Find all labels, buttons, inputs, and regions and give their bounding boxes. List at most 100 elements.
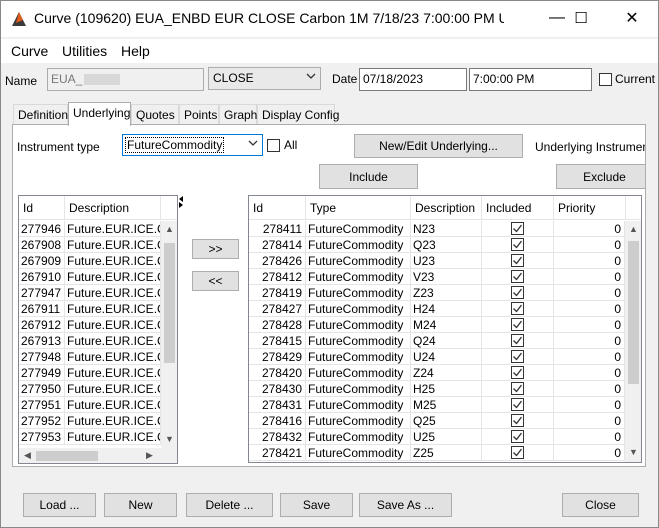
included-checkbox[interactable] [511, 318, 524, 331]
scroll-left-icon[interactable]: ◀ [19, 450, 36, 461]
column-header-included[interactable]: Included [482, 196, 554, 220]
current-checkbox[interactable] [599, 73, 612, 86]
table-header: Id Description [19, 196, 177, 220]
table-row[interactable]: 267908Future.EUR.ICE.Ca [19, 237, 161, 253]
scroll-up-icon[interactable]: ▲ [625, 224, 641, 234]
cell-included [482, 381, 554, 397]
time-field[interactable]: 7:00:00 PM [469, 68, 592, 91]
included-checkbox[interactable] [511, 238, 524, 251]
table-row[interactable]: 277952Future.EUR.ICE.Ca [19, 413, 161, 429]
name-field[interactable]: EUA_ [47, 68, 204, 91]
table-row[interactable]: 277950Future.EUR.ICE.Ca [19, 381, 161, 397]
splitter-handle[interactable] [179, 196, 183, 208]
tab-graph[interactable]: Graph [219, 104, 257, 125]
date-field[interactable]: 07/18/2023 [359, 68, 467, 91]
table-row[interactable]: 267909Future.EUR.ICE.Ca [19, 253, 161, 269]
exclude-button[interactable]: Exclude [556, 164, 645, 189]
instrument-type-select[interactable]: FutureCommodity [122, 134, 263, 156]
table-row[interactable]: 277946Future.EUR.ICE.Ca [19, 221, 161, 237]
table-row[interactable]: 278415 FutureCommodity Q24 0 [249, 333, 625, 349]
table-row[interactable]: 277953Future.EUR.ICE.Ca [19, 429, 161, 445]
table-row[interactable]: 278430 FutureCommodity H25 0 [249, 381, 625, 397]
scrollbar-thumb[interactable] [628, 241, 639, 384]
save-as-button[interactable]: Save As ... [359, 493, 452, 517]
maximize-button[interactable]: ☐ [558, 1, 604, 35]
included-checkbox[interactable] [511, 366, 524, 379]
scroll-down-icon[interactable]: ▼ [625, 447, 641, 457]
table-row[interactable]: 267910Future.EUR.ICE.Ca [19, 269, 161, 285]
scroll-right-icon[interactable]: ▶ [141, 450, 158, 461]
column-header-description[interactable]: Description [411, 196, 482, 220]
vertical-scrollbar[interactable]: ▲ ▼ [161, 221, 177, 448]
delete-button[interactable]: Delete ... [186, 493, 273, 517]
table-row[interactable]: 278431 FutureCommodity M25 0 [249, 397, 625, 413]
table-row[interactable]: 278428 FutureCommodity M24 0 [249, 317, 625, 333]
title-bar[interactable]: Curve (109620) EUA_ENBD EUR CLOSE Carbon… [1, 1, 658, 37]
table-row[interactable]: 278420 FutureCommodity Z24 0 [249, 365, 625, 381]
table-row[interactable]: 277947Future.EUR.ICE.Ca [19, 285, 161, 301]
table-row[interactable]: 278432 FutureCommodity U25 0 [249, 429, 625, 445]
table-row[interactable]: 267912Future.EUR.ICE.Ca [19, 317, 161, 333]
included-checkbox[interactable] [511, 414, 524, 427]
checkmark-icon [513, 384, 523, 393]
included-checkbox[interactable] [511, 350, 524, 363]
horizontal-scrollbar-thumb[interactable] [36, 451, 98, 461]
tab-definition[interactable]: Definition [13, 104, 68, 125]
table-row[interactable]: 278414 FutureCommodity Q23 0 [249, 237, 625, 253]
included-checkbox[interactable] [511, 254, 524, 267]
tab-quotes[interactable]: Quotes [131, 104, 179, 125]
include-button[interactable]: Include [319, 164, 418, 189]
included-checkbox[interactable] [511, 222, 524, 235]
cell-priority: 0 [554, 221, 625, 237]
table-row[interactable]: 267911Future.EUR.ICE.Ca [19, 301, 161, 317]
table-row[interactable]: 277949Future.EUR.ICE.Ca [19, 365, 161, 381]
included-checkbox[interactable] [511, 334, 524, 347]
table-row[interactable]: 278427 FutureCommodity H24 0 [249, 301, 625, 317]
column-header-type[interactable]: Type [306, 196, 411, 220]
column-header-id[interactable]: Id [249, 196, 306, 220]
menu-curve[interactable]: Curve [11, 43, 48, 59]
table-row[interactable]: 278416 FutureCommodity Q25 0 [249, 413, 625, 429]
horizontal-scrollbar[interactable]: ◀ ▶ [19, 448, 161, 463]
table-row[interactable]: 267913Future.EUR.ICE.Ca [19, 333, 161, 349]
included-checkbox[interactable] [511, 286, 524, 299]
close-type-select[interactable]: CLOSE [208, 67, 321, 90]
scrollbar-thumb[interactable] [164, 243, 175, 363]
table-row[interactable]: 278412 FutureCommodity V23 0 [249, 269, 625, 285]
table-row[interactable]: 277948Future.EUR.ICE.Ca [19, 349, 161, 365]
table-row[interactable]: 277951Future.EUR.ICE.Ca [19, 397, 161, 413]
cell-id: 278428 [249, 317, 306, 333]
table-row[interactable]: 278426 FutureCommodity U23 0 [249, 253, 625, 269]
vertical-scrollbar[interactable]: ▲ ▼ [625, 221, 641, 462]
all-checkbox[interactable] [267, 139, 280, 152]
table-row[interactable]: 278421 FutureCommodity Z25 0 [249, 445, 625, 461]
included-checkbox[interactable] [511, 302, 524, 315]
included-checkbox[interactable] [511, 382, 524, 395]
menu-help[interactable]: Help [121, 43, 150, 59]
table-row[interactable]: 278429 FutureCommodity U24 0 [249, 349, 625, 365]
save-button[interactable]: Save [280, 493, 353, 517]
scroll-up-icon[interactable]: ▲ [161, 224, 177, 234]
close-window-button[interactable]: ✕ [609, 1, 655, 35]
move-right-button[interactable]: >> [192, 239, 239, 259]
included-checkbox[interactable] [511, 446, 524, 459]
table-row[interactable]: 278419 FutureCommodity Z23 0 [249, 285, 625, 301]
new-button[interactable]: New [104, 493, 177, 517]
table-row[interactable]: 278411 FutureCommodity N23 0 [249, 221, 625, 237]
scroll-down-icon[interactable]: ▼ [161, 434, 177, 444]
tab-underlying[interactable]: Underlying [68, 102, 131, 126]
cell-description: Future.EUR.ICE.Ca [65, 253, 161, 269]
close-button[interactable]: Close [562, 493, 639, 517]
menu-utilities[interactable]: Utilities [62, 43, 107, 59]
column-header-priority[interactable]: Priority [554, 196, 626, 220]
column-header-id[interactable]: Id [19, 196, 65, 220]
included-checkbox[interactable] [511, 270, 524, 283]
new-edit-underlying-button[interactable]: New/Edit Underlying... [354, 134, 523, 158]
tab-points[interactable]: Points [179, 104, 219, 125]
included-checkbox[interactable] [511, 398, 524, 411]
move-left-button[interactable]: << [192, 271, 239, 291]
load-button[interactable]: Load ... [23, 493, 96, 517]
included-checkbox[interactable] [511, 430, 524, 443]
tab-display-config[interactable]: Display Config [257, 104, 339, 125]
column-header-description[interactable]: Description [65, 196, 161, 220]
